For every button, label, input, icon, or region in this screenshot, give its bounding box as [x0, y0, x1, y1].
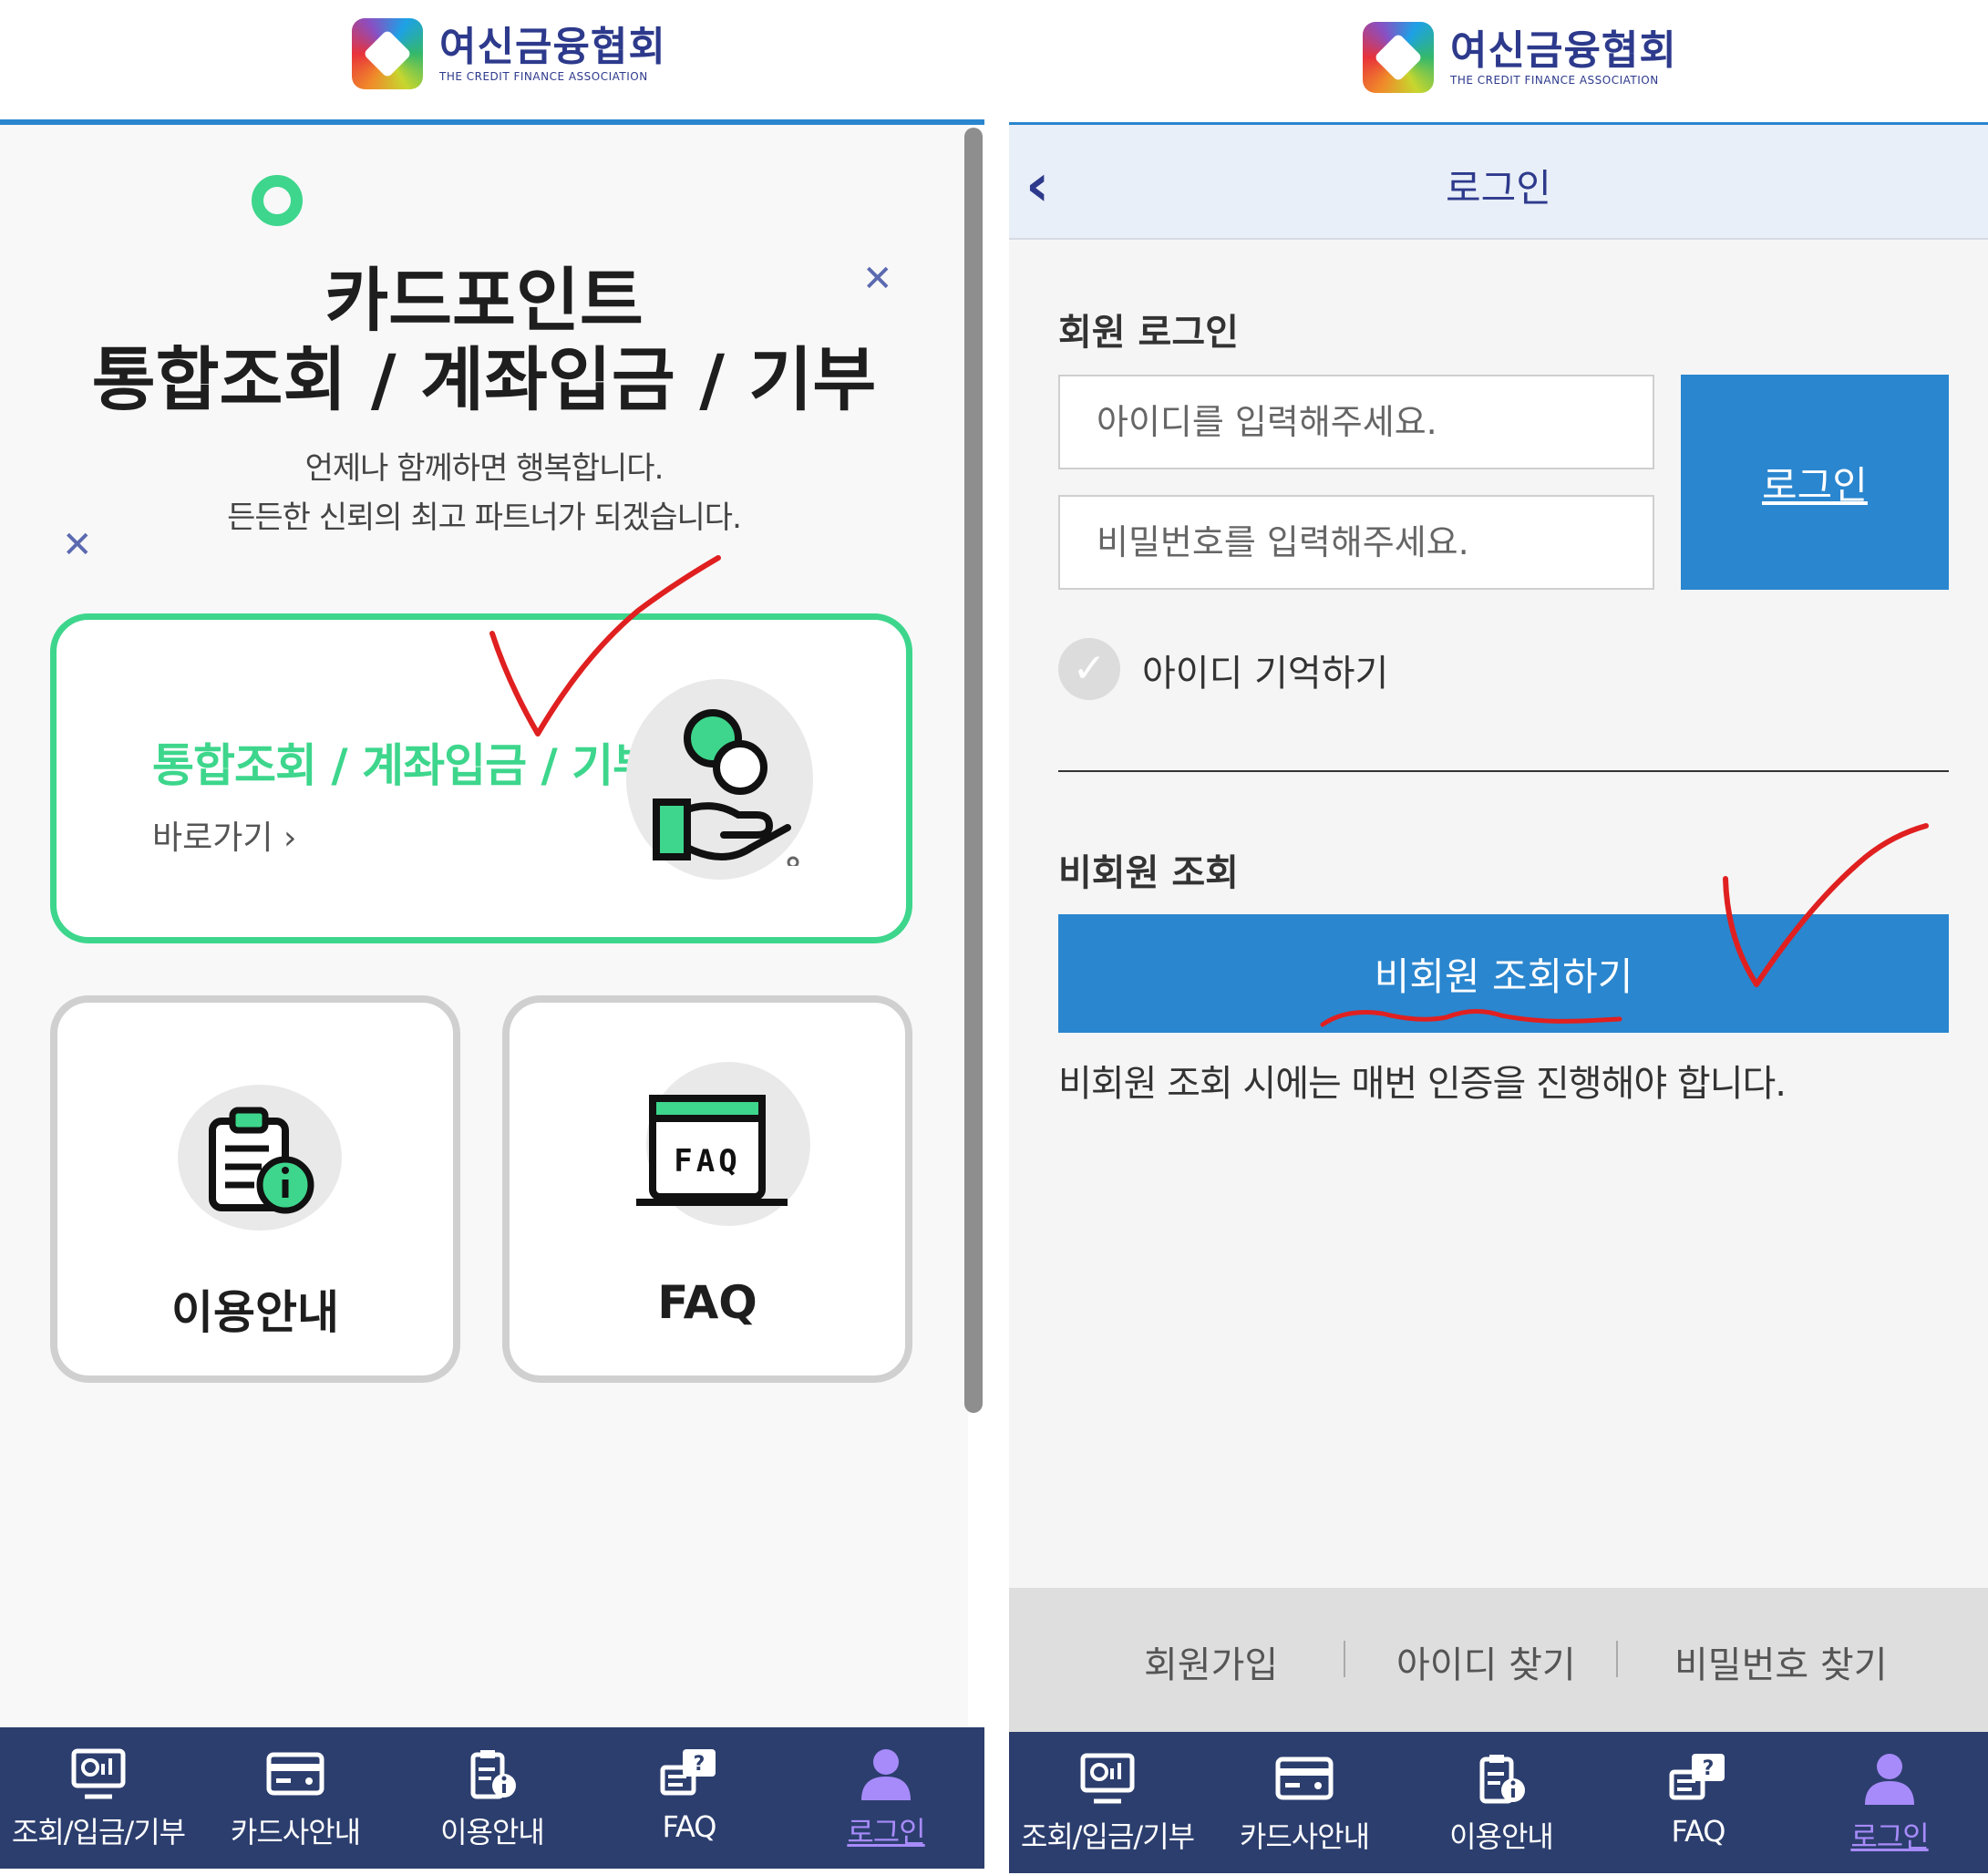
guest-inquiry-note: 비회원 조회 시에는 매번 인증을 진행해야 합니다. [1058, 1063, 1787, 1105]
app-header: 여신금융협회 THE CREDIT FINANCE ASSOCIATION [1009, 0, 1988, 121]
logo-subtitle: THE CREDIT FINANCE ASSOCIATION [439, 70, 648, 83]
nav-label: 조회/입금/기부 [11, 1815, 186, 1849]
home-screen: 여신금융협회 THE CREDIT FINANCE ASSOCIATION ✕ … [0, 0, 984, 1875]
user-icon [861, 1749, 911, 1800]
card-faq-label: FAQ [657, 1276, 757, 1329]
nav-label: FAQ [1671, 1814, 1726, 1849]
monitor-chart-icon [71, 1748, 126, 1799]
login-button[interactable]: 로그인 [1681, 375, 1949, 590]
clipboard-info-icon [1479, 1755, 1525, 1804]
chevron-right-icon: › [283, 819, 297, 857]
user-icon [1865, 1754, 1914, 1805]
guest-inquiry-button[interactable]: 비회원 조회하기 [1058, 914, 1949, 1033]
logo[interactable]: 여신금융협회 THE CREDIT FINANCE ASSOCIATION [1363, 22, 1677, 93]
logo-mark-icon [352, 18, 423, 89]
nav-label: 로그인 [1850, 1819, 1929, 1854]
shortcut-link[interactable]: 바로가기 › [152, 811, 296, 859]
nav-item-usage-guide[interactable]: 이용안내 [394, 1727, 591, 1869]
member-login-heading: 회원 로그인 [1058, 312, 1239, 354]
hero-subtitle-line2: 든든한 신뢰의 최고 파트너가 되겠습니다. [227, 500, 742, 536]
app-header: 여신금융협회 THE CREDIT FINANCE ASSOCIATION [0, 0, 984, 121]
logo-subtitle: THE CREDIT FINANCE ASSOCIATION [1450, 74, 1659, 87]
question-board-icon: ? [660, 1749, 716, 1796]
card-usage-guide-label: 이용안내 [171, 1286, 339, 1339]
id-input[interactable] [1058, 375, 1654, 469]
login-screen: 여신금융협회 THE CREDIT FINANCE ASSOCIATION ‹ … [1009, 0, 1988, 1875]
nav-item-faq[interactable]: ? FAQ [591, 1727, 788, 1869]
nav-item-login[interactable]: 로그인 [1791, 1732, 1988, 1873]
find-id-link[interactable]: 아이디 찾기 [1396, 1635, 1576, 1688]
logo[interactable]: 여신금융협회 THE CREDIT FINANCE ASSOCIATION [352, 18, 666, 89]
nav-label: 카드사안내 [230, 1815, 361, 1849]
link-separator [1344, 1641, 1345, 1677]
nav-item-login[interactable]: 로그인 [788, 1727, 984, 1869]
hero-subtitle-line1: 언제나 함께하면 행복합니다. [304, 450, 664, 487]
nav-label: FAQ [662, 1809, 717, 1844]
question-board-icon: ? [1669, 1754, 1725, 1800]
account-links-bar: 회원가입 아이디 찾기 비밀번호 찾기 [1009, 1588, 1988, 1734]
nav-item-usage-guide[interactable]: 이용안내 [1403, 1732, 1600, 1873]
page-header: ‹ 로그인 [1009, 125, 1988, 240]
credit-card-icon [266, 1752, 324, 1796]
nav-label: 이용안내 [1449, 1819, 1554, 1854]
password-input[interactable] [1058, 495, 1654, 590]
logo-title: 여신금융협회 [1450, 27, 1677, 74]
remember-id-label: 아이디 기억하기 [1142, 653, 1389, 695]
faq-icon-text: FAQ [674, 1143, 740, 1180]
nav-item-inquiry[interactable]: 조회/입금/기부 [0, 1727, 197, 1869]
credit-card-icon [1275, 1757, 1334, 1800]
nav-item-card-companies[interactable]: 카드사안내 [197, 1727, 394, 1869]
hero-title-line2: 통합조회 / 계좌입금 / 기부 [91, 339, 877, 420]
nav-label: 조회/입금/기부 [1020, 1819, 1195, 1854]
logo-mark-icon [1363, 22, 1434, 93]
bottom-nav: 조회/입금/기부 카드사안내 이용안내 ? FAQ 로그인 [0, 1727, 984, 1869]
nav-item-inquiry[interactable]: 조회/입금/기부 [1009, 1732, 1206, 1873]
nav-label: 이용안내 [440, 1815, 545, 1849]
shortcut-label: 바로가기 [152, 819, 273, 857]
signup-link[interactable]: 회원가입 [1144, 1635, 1278, 1688]
section-divider [1058, 770, 1949, 772]
card-main-title: 통합조회 / 계좌입금 / 기부 [152, 739, 654, 792]
monitor-chart-icon [1080, 1753, 1135, 1804]
clipboard-info-icon [209, 1107, 314, 1214]
card-usage-guide[interactable]: 이용안내 [50, 995, 460, 1383]
link-separator [1616, 1641, 1618, 1677]
coin-hand-icon [653, 709, 799, 866]
logo-title: 여신금융협회 [439, 24, 666, 70]
card-inquiry-deposit-donation[interactable]: 통합조회 / 계좌입금 / 기부 바로가기 › [50, 613, 912, 943]
ring-decoration-icon [252, 175, 303, 226]
faq-board-icon: FAQ [636, 1095, 788, 1206]
remember-id-checkbox[interactable]: ✓ [1058, 638, 1120, 700]
nav-label: 로그인 [847, 1815, 925, 1849]
bottom-nav: 조회/입금/기부 카드사안내 이용안내 ? FAQ 로그인 [1009, 1732, 1988, 1873]
page-title: 로그인 [1446, 166, 1551, 211]
clipboard-info-icon [470, 1750, 516, 1799]
nav-item-faq[interactable]: ? FAQ [1600, 1732, 1797, 1873]
nav-item-card-companies[interactable]: 카드사안내 [1206, 1732, 1403, 1873]
check-icon: ✓ [1072, 645, 1107, 692]
guest-inquiry-heading: 비회원 조회 [1058, 852, 1239, 894]
card-faq[interactable]: FAQ FAQ [502, 995, 912, 1383]
find-password-link[interactable]: 비밀번호 찾기 [1674, 1635, 1888, 1688]
nav-label: 카드사안내 [1239, 1819, 1370, 1854]
